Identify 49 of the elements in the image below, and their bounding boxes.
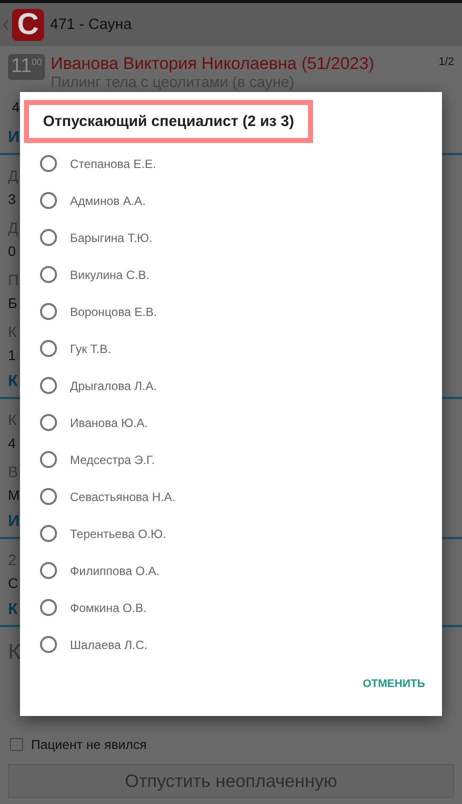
section-header: К: [8, 372, 18, 392]
app-logo: С: [12, 8, 44, 40]
client-name: Иванова Виктория Николаевна (51/2023): [50, 54, 374, 74]
option-label[interactable]: Филиппова О.А.: [70, 564, 160, 578]
radio-button[interactable]: [40, 229, 57, 246]
radio-button[interactable]: [40, 266, 57, 283]
radio-button[interactable]: [40, 636, 57, 653]
page-counter: 1/2: [438, 56, 454, 68]
option-label[interactable]: Админов А.А.: [70, 194, 146, 208]
dialog-title: Отпускающий специалист (2 из 3): [24, 100, 314, 143]
option-label[interactable]: Дрыгалова Л.А.: [70, 378, 157, 392]
field-value: 3: [8, 190, 16, 209]
time-badge: 11$^{00}$: [8, 54, 45, 80]
section-header: К: [8, 600, 18, 620]
option-label[interactable]: Фомкина О.В.: [70, 600, 147, 614]
option-label[interactable]: Шалаева Л.С.: [70, 638, 148, 652]
radio-button[interactable]: [40, 192, 57, 209]
screen-title: 471 - Сауна: [50, 16, 132, 33]
radio-button[interactable]: [40, 414, 57, 431]
radio-button[interactable]: [40, 451, 57, 468]
option-label[interactable]: Иванова Ю.А.: [70, 416, 148, 430]
cancel-button[interactable]: ОТМЕНИТЬ: [362, 674, 425, 694]
field-value: М: [8, 486, 20, 505]
radio-button[interactable]: [40, 562, 57, 579]
field-value: 1: [8, 346, 16, 365]
field-value: Б: [8, 294, 18, 313]
option-label[interactable]: Медсестра Э.Г.: [70, 452, 155, 466]
field-value: 0: [8, 242, 16, 261]
option-label[interactable]: Воронцова Е.В.: [70, 304, 157, 318]
radio-button[interactable]: [40, 155, 57, 172]
radio-button[interactable]: [40, 488, 57, 505]
option-label[interactable]: Терентьева О.Ю.: [70, 526, 166, 540]
checkbox-label: Пациент не явился: [31, 736, 147, 752]
field-value: С: [8, 574, 18, 593]
info-text: 4: [12, 99, 21, 115]
radio-button[interactable]: [40, 525, 57, 542]
radio-button[interactable]: [40, 303, 57, 320]
radio-button[interactable]: [40, 599, 57, 616]
option-label[interactable]: Степанова Е.Е.: [70, 156, 156, 170]
section-header: И: [8, 512, 20, 532]
field-value: 4: [8, 434, 16, 453]
radio-button[interactable]: [40, 340, 57, 357]
option-label[interactable]: Барыгина Т.Ю.: [70, 230, 152, 244]
option-label[interactable]: Севастьянова Н.А.: [70, 490, 176, 504]
checkbox[interactable]: [10, 738, 23, 750]
radio-button[interactable]: [40, 377, 57, 394]
option-label[interactable]: Гук Т.В.: [70, 342, 111, 356]
option-label[interactable]: Викулина С.В.: [70, 268, 150, 282]
section-header: И: [8, 128, 20, 148]
